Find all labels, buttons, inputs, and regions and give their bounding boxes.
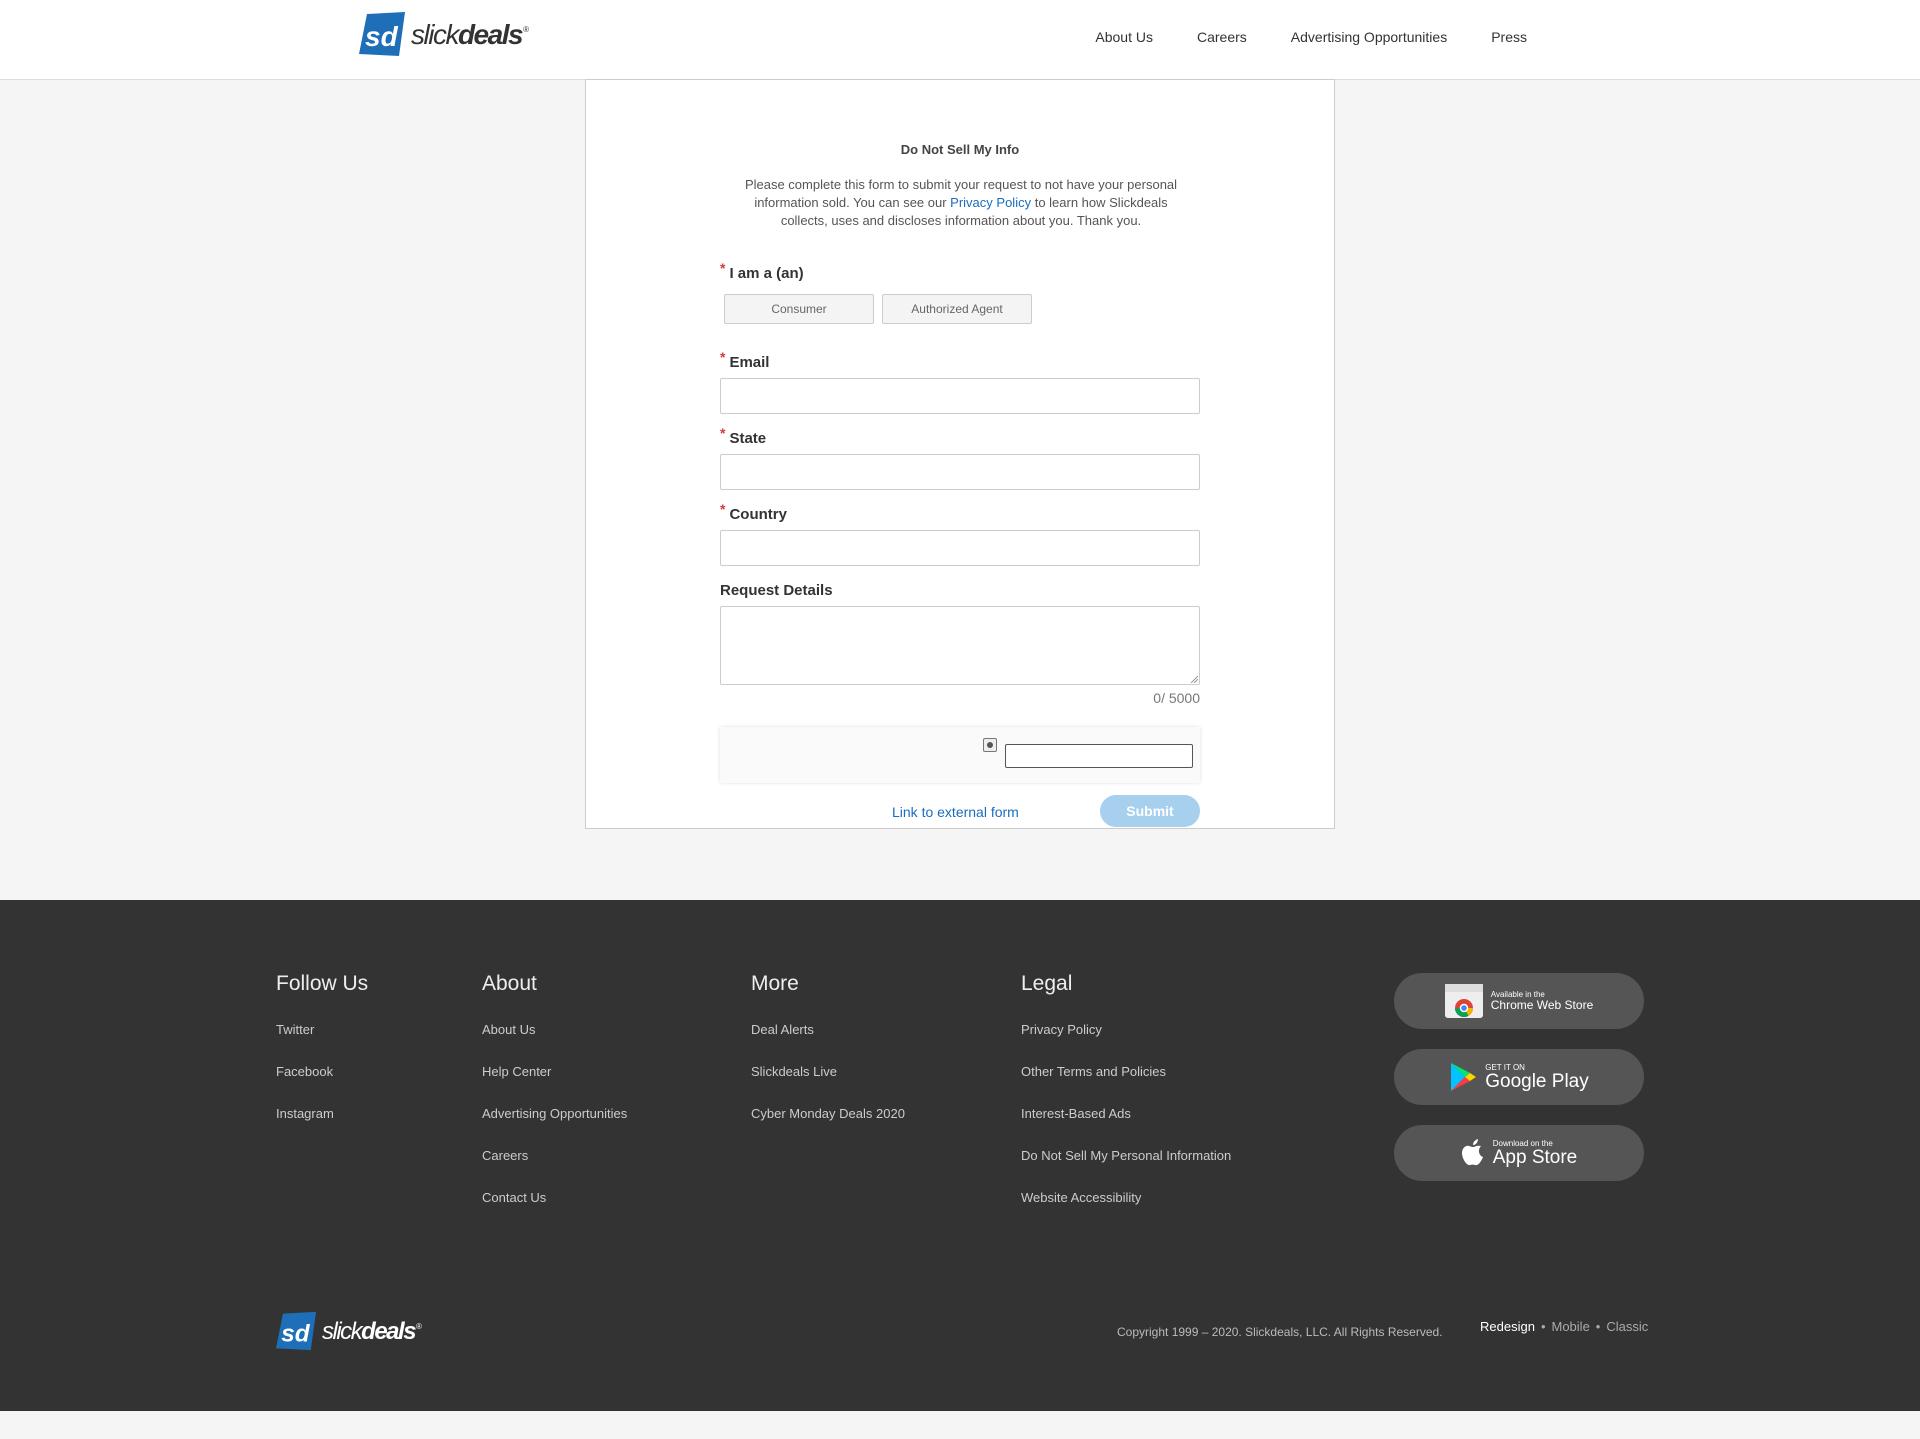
chrome-store-big-text: Chrome Web Store [1490, 998, 1594, 1012]
svg-text:sd: sd [365, 21, 399, 52]
site-header: sd slickdeals ® About Us Careers Adverti… [0, 0, 1920, 80]
footer-link-interest-based-ads[interactable]: Interest-Based Ads [1021, 1106, 1231, 1148]
footer-link-other-terms[interactable]: Other Terms and Policies [1021, 1064, 1231, 1106]
app-store-button[interactable]: Download on the App Store [1394, 1125, 1644, 1181]
top-nav: About Us Careers Advertising Opportuniti… [1095, 29, 1527, 45]
character-counter: 0/ 5000 [1153, 690, 1200, 706]
footer-column-legal: Legal Privacy Policy Other Terms and Pol… [1021, 972, 1231, 1232]
footer-logo-wordmark: slickdeals [322, 1318, 417, 1345]
footer-logo-registered-mark: ® [416, 1321, 422, 1331]
view-switcher: Redesign • Mobile • Classic [1480, 1319, 1648, 1334]
view-separator: • [1540, 1319, 1546, 1334]
view-redesign-link[interactable]: Redesign [1480, 1319, 1535, 1334]
authorized-agent-option-button[interactable]: Authorized Agent [882, 294, 1032, 324]
google-play-big-text: Google Play [1485, 1070, 1589, 1092]
footer-link-facebook[interactable]: Facebook [276, 1064, 368, 1106]
footer-link-careers[interactable]: Careers [482, 1148, 627, 1190]
footer-column-follow-us: Follow Us Twitter Facebook Instagram [276, 972, 368, 1148]
footer-column-more: More Deal Alerts Slickdeals Live Cyber M… [751, 972, 905, 1148]
privacy-policy-link[interactable]: Privacy Policy [950, 195, 1031, 210]
google-play-icon [1451, 1063, 1477, 1091]
nav-press[interactable]: Press [1491, 29, 1527, 45]
required-marker: * [720, 425, 726, 441]
view-separator: • [1595, 1319, 1601, 1334]
footer-heading: More [751, 972, 799, 995]
email-field[interactable] [720, 378, 1200, 414]
svg-text:sd: sd [281, 1320, 311, 1347]
apple-icon [1461, 1139, 1483, 1166]
do-not-sell-form-card: Do Not Sell My Info Please complete this… [585, 79, 1335, 829]
footer-heading: Follow Us [276, 972, 369, 995]
footer-heading: About [482, 972, 537, 995]
form-title: Do Not Sell My Info [900, 142, 1020, 157]
footer-link-help-center[interactable]: Help Center [482, 1064, 627, 1106]
page-bottom-strip [0, 1411, 1920, 1439]
captcha-widget [720, 727, 1200, 783]
slickdeals-logo[interactable]: sd slickdeals ® [359, 12, 529, 56]
footer-link-instagram[interactable]: Instagram [276, 1106, 368, 1148]
nav-advertising-opportunities[interactable]: Advertising Opportunities [1291, 29, 1447, 45]
site-footer: Follow Us Twitter Facebook Instagram Abo… [0, 900, 1920, 1411]
copyright-text: Copyright 1999 – 2020. Slickdeals, LLC. … [1117, 1325, 1443, 1339]
captcha-icon[interactable] [983, 738, 997, 752]
required-marker: * [720, 349, 726, 365]
footer-link-twitter[interactable]: Twitter [276, 1022, 368, 1064]
iam-label: * I am a (an) [720, 260, 804, 282]
logo-wordmark: slickdeals [411, 19, 524, 50]
captcha-input[interactable] [1005, 744, 1193, 768]
request-details-label: Request Details [720, 582, 833, 599]
footer-heading: Legal [1021, 972, 1073, 995]
footer-link-privacy-policy[interactable]: Privacy Policy [1021, 1022, 1231, 1064]
footer-column-about: About About Us Help Center Advertising O… [482, 972, 627, 1232]
footer-link-slickdeals-live[interactable]: Slickdeals Live [751, 1064, 905, 1106]
view-classic-link[interactable]: Classic [1606, 1319, 1648, 1334]
footer-link-advertising-opportunities[interactable]: Advertising Opportunities [482, 1106, 627, 1148]
resize-handle-icon[interactable] [1190, 675, 1198, 683]
country-label: * Country [720, 501, 787, 523]
required-marker: * [720, 260, 726, 276]
state-field[interactable] [720, 454, 1200, 490]
logo-registered-mark: ® [523, 24, 529, 34]
footer-link-website-accessibility[interactable]: Website Accessibility [1021, 1190, 1231, 1232]
google-play-button[interactable]: GET IT ON Google Play [1394, 1049, 1644, 1105]
footer-link-contact-us[interactable]: Contact Us [482, 1190, 627, 1232]
footer-link-deal-alerts[interactable]: Deal Alerts [751, 1022, 905, 1064]
footer-link-do-not-sell[interactable]: Do Not Sell My Personal Information [1021, 1148, 1231, 1190]
submit-button[interactable]: Submit [1100, 795, 1200, 827]
footer-link-about-us[interactable]: About Us [482, 1022, 627, 1064]
slickdeals-logo-icon: sd [359, 12, 405, 56]
view-mobile-link[interactable]: Mobile [1552, 1319, 1590, 1334]
footer-slickdeals-logo[interactable]: sd slickdeals ® [276, 1311, 422, 1351]
nav-about-us[interactable]: About Us [1095, 29, 1153, 45]
footer-link-cyber-monday-deals[interactable]: Cyber Monday Deals 2020 [751, 1106, 905, 1148]
required-marker: * [720, 501, 726, 517]
nav-careers[interactable]: Careers [1197, 29, 1247, 45]
country-field[interactable] [720, 530, 1200, 566]
state-label: * State [720, 425, 767, 447]
slickdeals-logo-icon: sd [276, 1311, 316, 1351]
app-store-big-text: App Store [1492, 1146, 1578, 1168]
external-form-link[interactable]: Link to external form [892, 804, 1019, 820]
email-label: * Email [720, 349, 770, 371]
chrome-web-store-button[interactable]: Available in the Chrome Web Store [1394, 973, 1644, 1029]
chrome-icon [1444, 984, 1483, 1018]
form-intro: Please complete this form to submit your… [744, 177, 1178, 228]
consumer-option-button[interactable]: Consumer [724, 294, 874, 324]
request-details-textarea[interactable] [720, 606, 1200, 685]
